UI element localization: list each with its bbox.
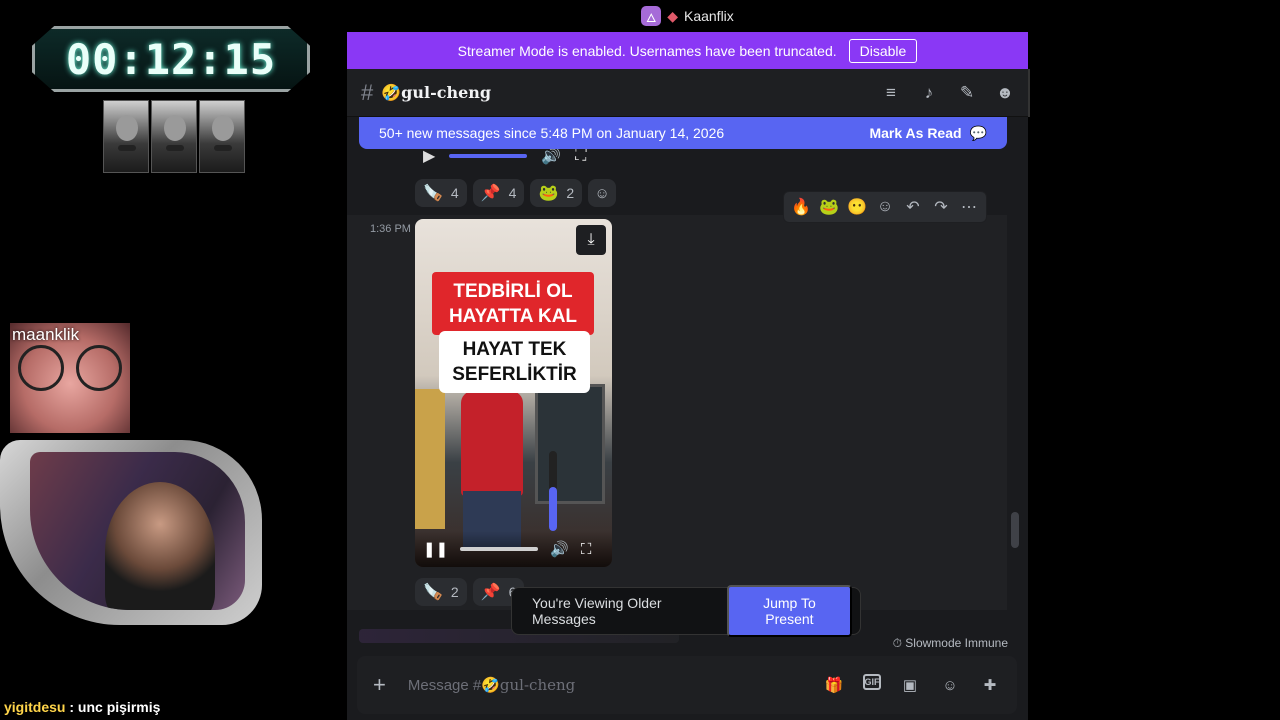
reply-icon[interactable]: ↶ [902, 196, 924, 218]
message-timestamp: 1:36 PM [370, 223, 411, 235]
quick-reaction-face[interactable]: 😶 [846, 196, 868, 218]
window-edge [1028, 69, 1030, 117]
download-icon[interactable]: ⤓ [576, 225, 606, 255]
timer-text: 00:12:15 [65, 34, 277, 84]
message-input[interactable]: Message #🤣gul-cheng [408, 676, 575, 694]
webcam-mirror-frame [0, 440, 262, 625]
bell-icon[interactable]: ♪ [920, 83, 938, 102]
members-icon[interactable]: ☻ [996, 83, 1014, 102]
reaction-chip[interactable]: 🪚 4 [415, 179, 467, 207]
window-titlebar: 🜂 ◆ Kaanflix [347, 0, 1028, 32]
volume-slider[interactable] [549, 451, 557, 531]
more-icon[interactable]: ⋯ [958, 196, 980, 218]
prev-video-controls: ▶ 🔊 ⛶ [423, 147, 603, 165]
fullscreen-icon[interactable]: ⛶ [575, 147, 586, 165]
message-actions-toolbar: 🔥 🐸 😶 ☺ ↶ ↷ ⋯ [783, 191, 987, 223]
sticker-icon[interactable]: ▣ [899, 674, 921, 696]
streamer-mode-banner: Streamer Mode is enabled. Usernames have… [347, 32, 1028, 69]
video-scene [535, 384, 605, 504]
mark-as-read-button[interactable]: Mark As Read 💬 [869, 125, 987, 142]
face-image [103, 100, 149, 173]
channel-title: 🤣gul-cheng [381, 83, 491, 102]
streamer-banner-text: Streamer Mode is enabled. Usernames have… [457, 42, 837, 59]
emoji-icon[interactable]: ☺ [939, 674, 961, 696]
message-reactions: 🪚2 📌6 [415, 578, 525, 606]
window-title: Kaanflix [683, 8, 734, 24]
forward-icon[interactable]: ↷ [930, 196, 952, 218]
threads-icon[interactable]: ≡ [882, 83, 900, 102]
disable-streamer-button[interactable]: Disable [848, 38, 918, 63]
glasses-left [18, 345, 64, 391]
video-scene [461, 391, 523, 496]
play-icon[interactable]: ▶ [423, 146, 435, 166]
face-image [151, 100, 197, 173]
stream-timer: 00:12:15 [32, 26, 310, 92]
pin-icon[interactable]: ✎ [958, 83, 976, 102]
chat-username: yigitdesu [4, 699, 66, 715]
webcam-mirror-feed [30, 452, 245, 610]
video-attachment[interactable]: TEDBİRLİ OL HAYATTA KAL HAYAT TEK SEFERL… [415, 219, 612, 567]
older-messages-bar: You're Viewing Older Messages Jump To Pr… [511, 585, 861, 637]
chat-message: unc pişirmiş [77, 699, 161, 715]
face-strip [103, 100, 245, 173]
video-seekbar[interactable] [460, 547, 539, 551]
chat-separator: : [65, 699, 78, 715]
add-reaction-icon[interactable]: ☺ [588, 179, 617, 207]
webcam-small: maanklik [10, 323, 130, 433]
apps-icon[interactable]: ✚ [979, 674, 1001, 696]
volume-icon[interactable]: 🔊 [541, 146, 561, 166]
glasses-right [76, 345, 122, 391]
video-caption-white: HAYAT TEK SEFERLİKTİR [439, 331, 590, 393]
new-messages-bar[interactable]: 50+ new messages since 5:48 PM on Januar… [359, 117, 1007, 149]
message-composer: + Message #🤣gul-cheng 🎁 GIF ▣ ☺ ✚ [357, 656, 1017, 714]
channel-name: gul-cheng [401, 83, 492, 102]
new-messages-text: 50+ new messages since 5:48 PM on Januar… [379, 125, 725, 141]
jump-to-present-button[interactable]: Jump To Present [726, 585, 852, 637]
message-scrollbar[interactable] [1011, 512, 1019, 548]
pause-icon[interactable]: ❚❚ [423, 540, 448, 558]
older-messages-text: You're Viewing Older Messages [532, 595, 662, 627]
mark-read-icon: 💬 [969, 124, 987, 141]
add-reaction-icon[interactable]: ☺ [874, 196, 896, 218]
quick-reaction-frog[interactable]: 🐸 [818, 196, 840, 218]
stream-chat-line: yigitdesu : unc pişirmiş [4, 699, 160, 715]
tag-icon: ◆ [667, 7, 678, 24]
message-list: ▶ 🔊 ⛶ 🪚 4 📌 4 🐸 2 ☺ 1:36 PM TEDBİRLİ OL HAY… [347, 117, 1028, 657]
reaction-chip[interactable]: 🐸 2 [530, 179, 583, 207]
gif-icon[interactable]: GIF [863, 674, 881, 690]
channel-header: # 🤣gul-cheng ≡ ♪ ✎ ☻ [347, 69, 1028, 117]
reaction-chip[interactable]: 🪚 2 [415, 578, 467, 606]
composer-icons: 🎁 GIF ▣ ☺ ✚ [823, 674, 1001, 696]
channel-emoji: 🤣 [381, 83, 402, 102]
volume-icon[interactable]: 🔊 [550, 540, 569, 558]
reaction-chip[interactable]: 📌 4 [472, 179, 525, 207]
video-caption-red: TEDBİRLİ OL HAYATTA KAL [432, 272, 594, 335]
quick-reaction-fire[interactable]: 🔥 [790, 196, 812, 218]
header-icons: ≡ ♪ ✎ ☻ [882, 83, 1014, 102]
gift-icon[interactable]: 🎁 [823, 674, 845, 696]
prev-video-seekbar[interactable] [449, 154, 528, 158]
volume-slider-fill [549, 487, 557, 531]
hash-icon: # [361, 79, 374, 105]
face-image [199, 100, 245, 173]
slowmode-label: ⏱ Slowmode Immune [892, 636, 1008, 650]
video-scene [415, 389, 445, 529]
fullscreen-icon[interactable]: ⛶ [581, 541, 592, 558]
app-icon: 🜂 [641, 6, 662, 26]
prev-reactions: 🪚 4 📌 4 🐸 2 ☺ [415, 179, 617, 207]
video-controls: ❚❚ 🔊 ⛶ [415, 531, 612, 567]
streamer-image [105, 482, 215, 610]
webcam-label: maanklik [12, 325, 80, 344]
add-attachment-icon[interactable]: + [373, 672, 386, 698]
